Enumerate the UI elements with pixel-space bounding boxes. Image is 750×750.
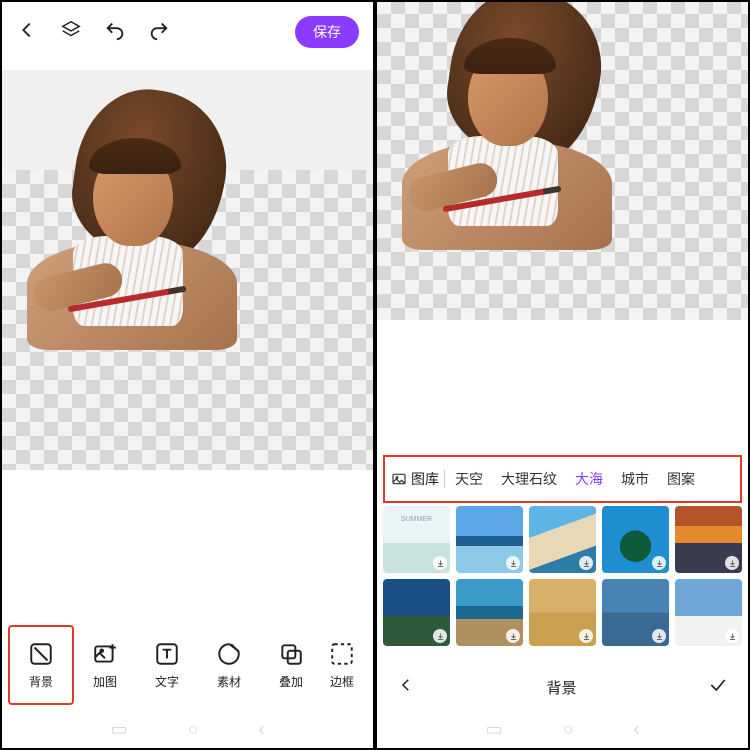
panel-title: 背景: [546, 677, 576, 698]
download-icon: [725, 556, 739, 570]
confirm-icon[interactable]: [708, 675, 728, 699]
layers-icon[interactable]: [60, 19, 82, 46]
download-icon: [652, 556, 666, 570]
bg-thumb[interactable]: [383, 579, 450, 646]
tool-label: 背景: [29, 673, 53, 690]
download-icon: [433, 629, 447, 643]
panel-footer: 背景: [377, 662, 748, 712]
tool-label: 文字: [155, 673, 179, 690]
tool-text[interactable]: 文字: [136, 627, 198, 703]
category-sky[interactable]: 天空: [446, 469, 492, 489]
tool-overlay[interactable]: 叠加: [260, 627, 322, 703]
bg-thumb[interactable]: [529, 506, 596, 573]
thumbnail-grid: [383, 506, 742, 646]
panel-back-icon[interactable]: [397, 676, 415, 698]
canvas[interactable]: [2, 70, 373, 470]
android-nav: ▭ ○ ‹: [377, 716, 748, 742]
tool-background[interactable]: 背景: [8, 625, 74, 705]
tool-stickers[interactable]: 素材: [198, 627, 260, 703]
tool-label: 加图: [93, 673, 117, 690]
screen-right: 图库 天空 大理石纹 大海 城市 图案 背景: [375, 0, 750, 750]
tool-add-image[interactable]: 加图: [74, 627, 136, 703]
nav-home-icon[interactable]: ○: [563, 719, 574, 740]
cutout-subject[interactable]: [375, 0, 622, 250]
nav-back-icon[interactable]: ‹: [633, 719, 639, 740]
category-city[interactable]: 城市: [612, 469, 658, 489]
gallery-label: 图库: [411, 469, 439, 489]
bg-thumb[interactable]: [456, 506, 523, 573]
nav-recent-icon[interactable]: ▭: [111, 719, 128, 740]
divider: [444, 470, 445, 488]
undo-icon[interactable]: [104, 19, 126, 46]
download-icon: [433, 556, 447, 570]
tool-label: 素材: [217, 673, 241, 690]
category-marble[interactable]: 大理石纹: [492, 469, 566, 489]
background-panel: 图库 天空 大理石纹 大海 城市 图案 背景: [377, 320, 748, 748]
canvas[interactable]: [377, 0, 748, 320]
top-toolbar: 保存: [2, 2, 373, 62]
download-icon: [725, 629, 739, 643]
bg-thumb[interactable]: [675, 579, 742, 646]
nav-home-icon[interactable]: ○: [188, 719, 199, 740]
bg-thumb[interactable]: [383, 506, 450, 573]
tool-label: 边框: [330, 673, 354, 690]
category-bar: 图库 天空 大理石纹 大海 城市 图案: [383, 455, 742, 503]
nav-back-icon[interactable]: ‹: [258, 719, 264, 740]
category-pattern[interactable]: 图案: [658, 469, 704, 489]
android-nav: ▭ ○ ‹: [2, 716, 373, 742]
tool-label: 叠加: [279, 673, 303, 690]
bg-thumb[interactable]: [456, 579, 523, 646]
screen-left: 保存 背景 加图 文字 素材 叠加 边框: [0, 0, 375, 750]
blank-area: [2, 472, 373, 618]
tool-frame[interactable]: 边框: [322, 627, 362, 703]
bg-thumb[interactable]: [602, 506, 669, 573]
category-sea[interactable]: 大海: [566, 469, 612, 489]
save-button[interactable]: 保存: [295, 16, 359, 48]
bg-thumb[interactable]: [602, 579, 669, 646]
bg-thumb[interactable]: [529, 579, 596, 646]
bottom-toolbar: 背景 加图 文字 素材 叠加 边框: [2, 618, 373, 712]
nav-recent-icon[interactable]: ▭: [486, 719, 503, 740]
redo-icon[interactable]: [148, 19, 170, 46]
cutout-subject[interactable]: [0, 90, 247, 350]
download-icon: [652, 629, 666, 643]
download-icon: [579, 629, 593, 643]
download-icon: [506, 629, 520, 643]
download-icon: [579, 556, 593, 570]
gallery-button[interactable]: 图库: [391, 469, 443, 489]
bg-thumb[interactable]: [675, 506, 742, 573]
download-icon: [506, 556, 520, 570]
back-icon[interactable]: [16, 19, 38, 46]
